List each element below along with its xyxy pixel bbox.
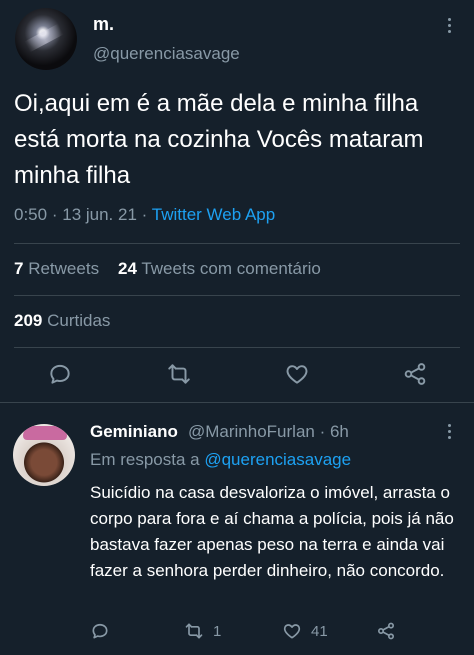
likes-count: 209 bbox=[14, 311, 43, 330]
retweets-label: Retweets bbox=[28, 259, 100, 278]
separator: · bbox=[51, 205, 58, 224]
more-options-icon[interactable] bbox=[446, 18, 452, 33]
likes-stat[interactable]: 209 Curtidas bbox=[14, 311, 110, 331]
quotes-label: Tweets com comentário bbox=[141, 259, 321, 278]
divider bbox=[0, 402, 474, 403]
retweet-icon[interactable] bbox=[184, 621, 204, 641]
retweet-icon[interactable] bbox=[166, 361, 192, 387]
reply-prefix: Em resposta a bbox=[90, 450, 200, 469]
retweets-count: 7 bbox=[14, 259, 24, 278]
reply-to-handle[interactable]: @querenciasavage bbox=[204, 450, 351, 469]
display-name[interactable]: m. bbox=[93, 14, 114, 35]
reply-text: Suicídio na casa desvaloriza o imóvel, a… bbox=[90, 483, 454, 580]
like-count: 41 bbox=[311, 623, 328, 640]
quotes-count: 24 bbox=[117, 259, 137, 278]
like-icon[interactable] bbox=[284, 361, 310, 387]
share-icon[interactable] bbox=[376, 621, 396, 641]
reply-icon[interactable] bbox=[90, 621, 110, 641]
tweet-meta: 0:50 · 13 jun. 21 · Twitter Web App bbox=[14, 205, 275, 225]
reply-icon[interactable] bbox=[47, 361, 73, 387]
divider bbox=[14, 243, 460, 244]
tweet-date[interactable]: 13 jun. 21 bbox=[62, 205, 137, 224]
tweet-stats: 7 Retweets 24 Tweets com comentário bbox=[14, 259, 321, 279]
avatar[interactable] bbox=[15, 8, 77, 70]
divider bbox=[14, 347, 460, 348]
share-icon[interactable] bbox=[402, 361, 428, 387]
divider bbox=[14, 295, 460, 296]
retweets-stat[interactable]: 7 Retweets bbox=[14, 259, 99, 278]
more-options-icon[interactable] bbox=[446, 424, 452, 439]
reply-handle-time[interactable]: @MarinhoFurlan · 6h bbox=[188, 422, 349, 442]
tweet-text: Oi,aqui em é a mãe dela e minha filha es… bbox=[14, 90, 424, 189]
reply-display-name[interactable]: Geminiano bbox=[90, 422, 178, 442]
user-handle[interactable]: @querenciasavage bbox=[93, 44, 240, 64]
separator: · bbox=[141, 205, 148, 224]
replying-to: Em resposta a @querenciasavage bbox=[90, 450, 351, 470]
tweet-time: 0:50 bbox=[14, 205, 48, 224]
quotes-stat[interactable]: 24 Tweets com comentário bbox=[118, 259, 321, 278]
retweet-count: 1 bbox=[213, 623, 222, 640]
likes-label: Curtidas bbox=[47, 311, 111, 330]
like-icon[interactable] bbox=[282, 621, 302, 641]
tweet-source[interactable]: Twitter Web App bbox=[152, 205, 275, 224]
reply-avatar[interactable] bbox=[13, 424, 75, 486]
